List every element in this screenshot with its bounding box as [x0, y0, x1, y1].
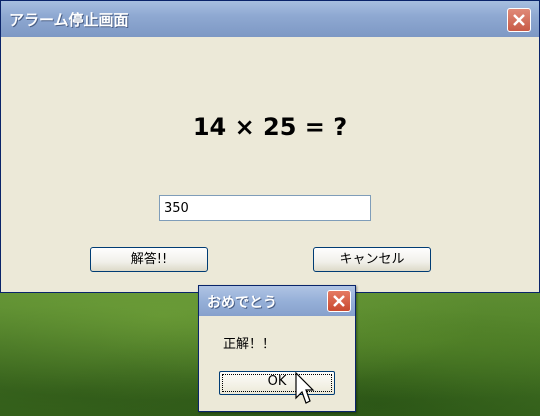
ok-button[interactable]: OK — [219, 371, 335, 395]
close-button[interactable] — [507, 8, 531, 32]
cancel-button[interactable]: キャンセル — [313, 247, 431, 272]
dialog-message: 正解！！ — [223, 337, 276, 352]
window-title: アラーム停止画面 — [9, 11, 129, 29]
close-icon — [513, 14, 525, 26]
dialog-close-button[interactable] — [327, 290, 351, 312]
title-bar[interactable]: アラーム停止画面 — [1, 1, 539, 37]
answer-button[interactable]: 解答!! — [90, 247, 208, 272]
dialog-title-bar[interactable]: おめでとう — [199, 286, 355, 316]
focus-rectangle — [222, 374, 332, 392]
alarm-stop-window: アラーム停止画面 14 × 25 = ? 解答!! キャンセル — [0, 0, 540, 293]
dialog-title: おめでとう — [207, 295, 277, 311]
close-icon — [333, 295, 345, 307]
answer-input[interactable] — [159, 195, 371, 221]
congrats-dialog: おめでとう 正解！！ OK — [198, 285, 356, 412]
mouse-cursor-icon — [295, 372, 315, 404]
math-question: 14 × 25 = ? — [192, 113, 348, 141]
